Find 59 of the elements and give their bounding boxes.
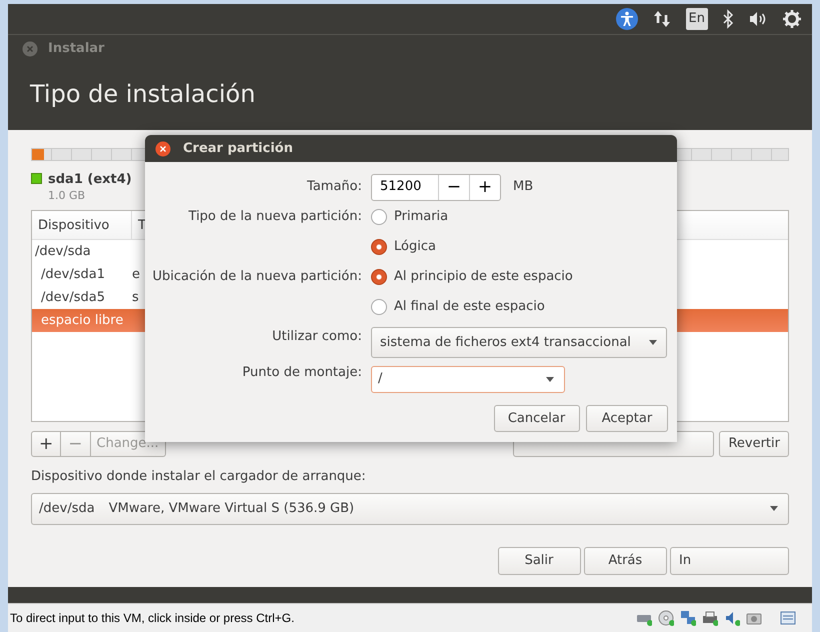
- message-log-icon[interactable]: [780, 610, 796, 626]
- quit-button[interactable]: Salir: [498, 546, 580, 574]
- partition-size: 1.0 GB: [48, 188, 86, 204]
- dropdown-arrow-icon: [649, 340, 657, 345]
- accept-button[interactable]: Aceptar: [586, 405, 668, 432]
- column-header[interactable]: Dispositivo: [32, 211, 132, 239]
- volume-icon[interactable]: [748, 10, 768, 28]
- field-label: Utilizar como:: [271, 328, 362, 346]
- field-label: Ubicación de la nueva partición:: [151, 268, 362, 286]
- window-title: Instalar: [48, 40, 104, 58]
- install-button[interactable]: In: [670, 546, 789, 574]
- accessibility-icon[interactable]: [616, 8, 638, 30]
- speaker-icon[interactable]: [724, 610, 740, 626]
- field-label: Punto de montaje:: [241, 364, 362, 382]
- increment-button[interactable]: +: [469, 174, 500, 200]
- radio-button[interactable]: [371, 299, 387, 315]
- option-label: Primaria: [394, 208, 448, 226]
- option-label: Al final de este espacio: [394, 298, 545, 316]
- add-button[interactable]: +: [31, 431, 62, 457]
- field-label: Tamaño:: [306, 178, 362, 196]
- radio-button[interactable]: [371, 239, 387, 255]
- printer-icon[interactable]: [702, 610, 718, 626]
- close-icon[interactable]: [155, 140, 171, 156]
- radio-option[interactable]: Al principio de este espacio: [371, 262, 573, 292]
- radio-option[interactable]: Lógica: [371, 232, 436, 262]
- mount-point-combo[interactable]: /: [371, 366, 565, 392]
- table-cell-text: s: [132, 289, 139, 307]
- back-button[interactable]: Atrás: [584, 546, 667, 574]
- device-cell-text: /dev/sda5: [40, 289, 106, 307]
- option-label: Al principio de este espacio: [394, 268, 573, 286]
- filesystem-dropdown[interactable]: sistema de ficheros ext4 transaccional: [371, 327, 667, 358]
- decrement-button[interactable]: −: [438, 174, 469, 200]
- partition-name: sda1 (ext4): [48, 171, 132, 189]
- field-label: Tipo de la nueva partición:: [188, 208, 362, 226]
- page-heading: Tipo de instalación: [8, 62, 812, 130]
- bluetooth-icon[interactable]: [722, 9, 734, 29]
- radio-option[interactable]: Al final de este espacio: [371, 292, 545, 322]
- network-icon[interactable]: [680, 610, 696, 626]
- radio-button[interactable]: [371, 269, 387, 285]
- keyboard-layout-indicator[interactable]: En: [686, 8, 708, 30]
- dropdown-arrow-icon: [546, 376, 554, 382]
- gear-icon[interactable]: [782, 9, 802, 29]
- status-text: To direct input to this VM, click inside or press Ctrl+G.: [10, 610, 294, 627]
- revert-button[interactable]: Revertir: [719, 431, 789, 457]
- network-arrows-icon[interactable]: [652, 9, 672, 29]
- cancel-button[interactable]: Cancelar: [494, 405, 580, 432]
- size-spin-field[interactable]: 51200 − +: [371, 174, 501, 200]
- cd-icon[interactable]: [658, 610, 674, 626]
- table-cell-text: e: [132, 266, 140, 284]
- radio-button[interactable]: [371, 209, 387, 225]
- device-cell-text: /dev/sda1: [40, 266, 106, 284]
- option-label: Lógica: [394, 238, 436, 256]
- dialog-title: Crear partición: [183, 140, 293, 158]
- unit-label: MB: [513, 178, 534, 196]
- device-cell-text: espacio libre: [40, 312, 124, 330]
- dropdown-arrow-icon[interactable]: [770, 506, 778, 511]
- radio-option[interactable]: Primaria: [371, 202, 448, 232]
- bootloader-dropdown[interactable]: /dev/sda VMware, VMware Virtual S (536.9 GB): [31, 492, 789, 524]
- bootloader-label: Dispositivo donde instalar el cargador de arranque:: [31, 468, 367, 486]
